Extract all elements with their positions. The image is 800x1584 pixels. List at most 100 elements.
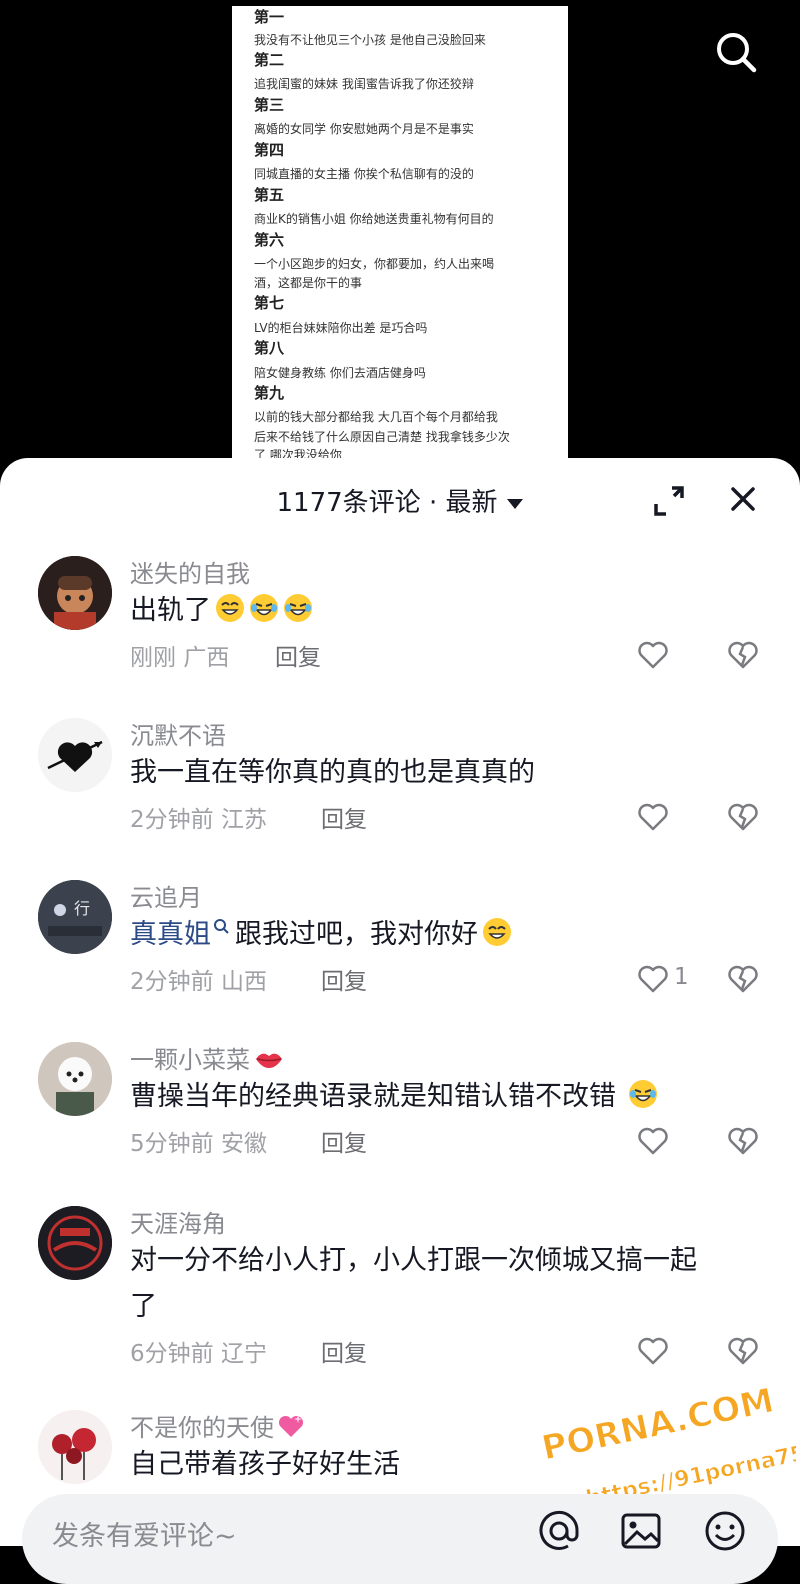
doc-line: 第三 (254, 96, 285, 114)
reply-button[interactable]: 回复 (275, 638, 321, 672)
reply-button[interactable]: 回复 (321, 1124, 367, 1158)
comment-username[interactable]: 不是你的天使 (130, 1408, 306, 1443)
image-icon[interactable] (618, 1508, 664, 1554)
avatar[interactable] (38, 718, 112, 792)
comment-item: 行 云追月 真真姐 跟我过吧，我对你好 2分钟前 山西 回复 1 (0, 878, 800, 1028)
doc-line: 酒，这都是你干的事 (254, 276, 363, 290)
comment-input-bar[interactable]: 发条有爱评论~ (22, 1494, 778, 1584)
reply-button[interactable]: 回复 (321, 800, 367, 834)
heart-icon[interactable] (636, 1124, 670, 1158)
doc-line: 同城直播的女主播 你挨个私信聊有的没的 (254, 167, 474, 181)
video-player[interactable]: 第一 我没有不让他见三个小孩 是他自己没脸回来 第二 追我闺蜜的妹妹 我闺蜜告诉… (0, 0, 800, 470)
doc-line: 第七 (254, 294, 285, 312)
mention-link[interactable]: 真真姐 (130, 919, 211, 950)
comment-text: 出轨了 (130, 592, 770, 630)
doc-line: 第四 (254, 141, 285, 159)
lips-icon (256, 1053, 282, 1068)
heart-icon[interactable] (636, 962, 670, 996)
comment-text: 我一直在等你真的真的也是真真的 (130, 757, 535, 788)
doc-line: 第九 (254, 384, 285, 402)
comment-location: 辽宁 (220, 1341, 267, 1367)
comment-time: 2分钟前 (130, 807, 214, 833)
like-count: 1 (674, 964, 689, 990)
broken-heart-icon[interactable] (726, 1334, 760, 1368)
doc-line: 后来不给钱了什么原因自己清楚 找我拿钱多少次 (254, 430, 510, 444)
heart-icon[interactable] (636, 1334, 670, 1368)
heart-icon[interactable] (636, 800, 670, 834)
comment-username[interactable]: 云追月 (130, 878, 202, 913)
doc-line: 一个小区跑步的妇女，你都要加，约人出来喝 (254, 257, 495, 271)
comment-time: 5分钟前 (130, 1131, 214, 1157)
doc-line: 我没有不让他见三个小孩 是他自己没脸回来 (254, 33, 486, 47)
comment-text-line: 了 (130, 1291, 157, 1322)
avatar[interactable] (38, 1042, 112, 1116)
comment-text-body: 曹操当年的经典语录就是知错认错不改错 (130, 1081, 616, 1112)
doc-line: 陪女健身教练 你们去酒店健身吗 (254, 366, 426, 380)
doc-line: LV的柜台妹妹陪你出差 是巧合吗 (254, 321, 428, 335)
comment-meta: 刚刚 广西 (130, 638, 229, 672)
caret-down-icon (507, 498, 524, 509)
reply-button[interactable]: 回复 (321, 962, 367, 996)
comment-username[interactable]: 沉默不语 (130, 716, 226, 751)
comment-location: 广西 (183, 645, 230, 671)
emoji-icon[interactable] (702, 1508, 748, 1554)
laugh-cry-emoji-icon (629, 1080, 657, 1108)
comment-item: 一颗小菜菜 曹操当年的经典语录就是知错认错不改错 5分钟前 安徽 回复 (0, 1040, 800, 1190)
comment-username[interactable]: 迷失的自我 (130, 554, 250, 589)
comment-count-title: 1177条评论 · 最新 (276, 488, 498, 518)
comment-meta: 2分钟前 江苏 (130, 800, 267, 834)
sparkling-heart-icon (278, 1415, 304, 1437)
broken-heart-icon[interactable] (726, 638, 760, 672)
comment-time: 6分钟前 (130, 1341, 214, 1367)
comment-sheet-header: 1177条评论 · 最新 (0, 458, 800, 538)
comment-time: 刚刚 (130, 645, 176, 671)
laugh-cry-emoji-icon (284, 594, 312, 622)
video-document-image: 第一 我没有不让他见三个小孩 是他自己没脸回来 第二 追我闺蜜的妹妹 我闺蜜告诉… (232, 6, 568, 466)
reply-button[interactable]: 回复 (321, 1334, 367, 1368)
comment-username-text: 不是你的天使 (130, 1414, 274, 1442)
comment-item: 天涯海角 对一分不给小人打，小人打跟一次倾城又搞一起 了 6分钟前 辽宁 回复 (0, 1204, 800, 1404)
comment-time: 2分钟前 (130, 969, 214, 995)
mention-at-icon[interactable] (536, 1508, 582, 1554)
comment-sheet: 1177条评论 · 最新 迷失的自我 出轨了 刚刚 广西 回复 沉默不语 我一直… (0, 458, 800, 1546)
search-icon (214, 919, 229, 934)
comment-location: 山西 (220, 969, 267, 995)
doc-line: 第六 (254, 231, 285, 249)
grin-emoji-icon (483, 918, 511, 946)
doc-line: 第一 (254, 8, 285, 26)
comment-meta: 2分钟前 山西 (130, 962, 267, 996)
doc-line: 第五 (254, 186, 285, 204)
comment-location: 江苏 (220, 807, 267, 833)
comment-username[interactable]: 一颗小菜菜 (130, 1040, 284, 1075)
doc-line: 商业K的销售小姐 你给她送贵重礼物有何目的 (254, 212, 494, 226)
heart-icon[interactable] (636, 638, 670, 672)
laugh-cry-emoji-icon (250, 594, 278, 622)
avatar[interactable] (38, 556, 112, 630)
broken-heart-icon[interactable] (726, 800, 760, 834)
avatar[interactable] (38, 1206, 112, 1280)
comment-meta: 6分钟前 辽宁 (130, 1334, 267, 1368)
comment-username-text: 一颗小菜菜 (130, 1046, 250, 1074)
comment-username[interactable]: 天涯海角 (130, 1204, 226, 1239)
avatar[interactable] (38, 1410, 112, 1484)
comment-text-body: 跟我过吧，我对你好 (235, 919, 478, 950)
doc-line: 追我闺蜜的妹妹 我闺蜜告诉我了你还狡辩 (254, 77, 474, 91)
comment-text-line: 对一分不给小人打，小人打跟一次倾城又搞一起 (130, 1245, 697, 1276)
comment-meta: 5分钟前 安徽 (130, 1124, 267, 1158)
comment-item: 沉默不语 我一直在等你真的真的也是真真的 2分钟前 江苏 回复 (0, 716, 800, 866)
close-icon[interactable] (726, 482, 760, 516)
doc-line: 以前的钱大部分都给我 大几百个每个月都给我 (254, 410, 498, 424)
avatar[interactable]: 行 (38, 880, 112, 954)
svg-text:行: 行 (74, 899, 90, 918)
doc-line: 第二 (254, 51, 285, 69)
broken-heart-icon[interactable] (726, 962, 760, 996)
comment-text-body: 出轨了 (130, 595, 211, 626)
expand-icon[interactable] (652, 484, 686, 518)
comment-text: 曹操当年的经典语录就是知错认错不改错 (130, 1078, 770, 1116)
comment-item: 迷失的自我 出轨了 刚刚 广西 回复 (0, 554, 800, 704)
search-icon[interactable] (714, 30, 758, 74)
broken-heart-icon[interactable] (726, 1124, 760, 1158)
comment-input[interactable]: 发条有爱评论~ (52, 1514, 237, 1553)
doc-line: 离婚的女同学 你安慰她两个月是不是事实 (254, 122, 474, 136)
comment-location: 安徽 (220, 1131, 267, 1157)
